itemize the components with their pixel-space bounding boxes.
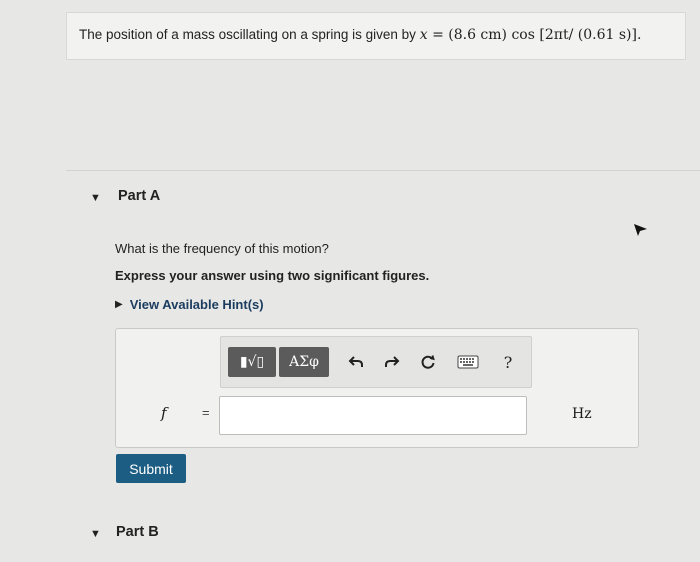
symbols-button[interactable]: ΑΣφ bbox=[279, 347, 329, 377]
redo-icon[interactable] bbox=[374, 347, 410, 377]
unit-label: Hz bbox=[572, 406, 592, 422]
mouse-cursor-icon bbox=[634, 224, 647, 236]
part-a-collapse-icon[interactable]: ▼ bbox=[90, 192, 101, 204]
instruction-text: Express your answer using two significan… bbox=[115, 268, 430, 283]
section-divider bbox=[66, 170, 700, 171]
hint-label: View Available Hint(s) bbox=[129, 297, 264, 312]
problem-text: The position of a mass oscillating on a … bbox=[79, 27, 416, 42]
equals-sign: = bbox=[202, 405, 210, 420]
undo-icon[interactable] bbox=[338, 347, 374, 377]
problem-equation: x = (8.6 cm) cos [2πt/ (0.61 s)]. bbox=[419, 27, 642, 43]
problem-statement: The position of a mass oscillating on a … bbox=[66, 12, 686, 60]
reset-icon[interactable] bbox=[410, 347, 446, 377]
view-hints-link[interactable]: ▶ View Available Hint(s) bbox=[115, 297, 264, 312]
hint-expand-icon: ▶ bbox=[115, 299, 123, 310]
templates-button[interactable]: ▮√▯ bbox=[228, 347, 276, 377]
answer-area: ▮√▯ ΑΣφ ? f = Hz bbox=[115, 328, 639, 448]
part-b-label[interactable]: Part B bbox=[116, 524, 159, 540]
question-text: What is the frequency of this motion? bbox=[115, 241, 329, 256]
part-a-label[interactable]: Part A bbox=[118, 188, 160, 204]
variable-label: f bbox=[161, 404, 167, 422]
keyboard-icon[interactable] bbox=[446, 347, 490, 377]
submit-button[interactable]: Submit bbox=[116, 454, 186, 483]
help-button[interactable]: ? bbox=[490, 347, 526, 377]
part-b-collapse-icon[interactable]: ▼ bbox=[90, 528, 101, 540]
answer-input[interactable] bbox=[219, 396, 527, 435]
math-toolbar: ▮√▯ ΑΣφ ? bbox=[220, 336, 532, 388]
page: The position of a mass oscillating on a … bbox=[0, 0, 700, 562]
